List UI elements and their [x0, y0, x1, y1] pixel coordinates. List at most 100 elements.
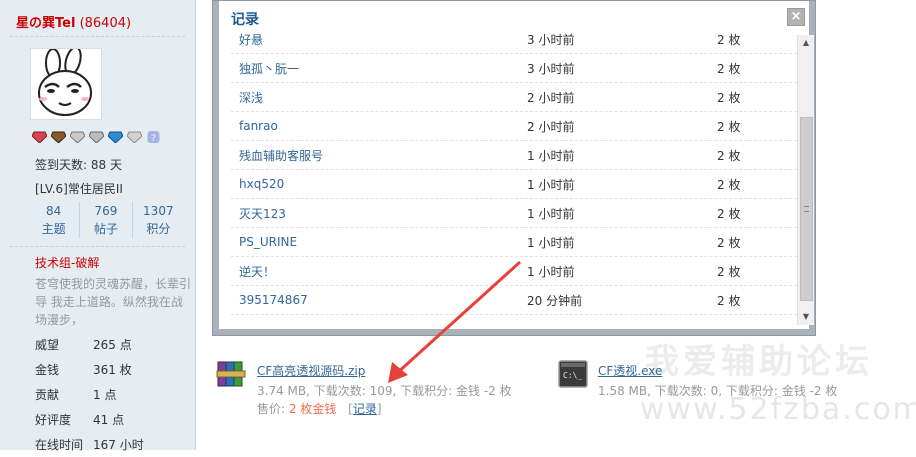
- record-amount: 2 枚: [717, 148, 741, 163]
- record-bracket-close: ]: [376, 402, 382, 416]
- record-row: fanrao 2 小时前 2 枚: [231, 112, 797, 141]
- user-id: (86404): [79, 16, 132, 31]
- record-user-link[interactable]: 395174867: [239, 293, 308, 307]
- record-amount: 2 枚: [717, 235, 741, 250]
- record-user-link[interactable]: hxq520: [239, 177, 284, 191]
- close-button[interactable]: ×: [787, 8, 805, 26]
- record-time: 1 小时前: [527, 177, 575, 192]
- stat-posts[interactable]: 769 帖子: [80, 202, 133, 238]
- medal-light-gray-icon[interactable]: [127, 131, 142, 143]
- user-signature: 苍穹使我的灵魂苏醒，长辈引导 我走上道路。纵然我在战场漫步，: [35, 277, 192, 327]
- scroll-up-icon[interactable]: ▲: [798, 35, 814, 51]
- record-row: hxq520 1 小时前 2 枚: [231, 170, 797, 199]
- profile-value: 167 小时: [93, 438, 144, 452]
- divider: [10, 246, 185, 247]
- checkin-days: 签到天数: 88 天: [35, 158, 122, 172]
- profile-row: 金钱 361 枚: [35, 357, 144, 382]
- medal-red-icon[interactable]: [32, 131, 47, 143]
- user-level: [LV.6]常住居民II: [35, 182, 123, 196]
- username-link[interactable]: 星の巽Tel: [16, 16, 75, 31]
- record-row: 残血辅助客服号 1 小时前 2 枚: [231, 141, 797, 170]
- avatar[interactable]: [30, 46, 102, 120]
- stat-credits-count: 1307: [143, 204, 174, 218]
- record-time: 2 小时前: [527, 119, 575, 134]
- price-value: 2 枚金钱: [288, 402, 337, 416]
- attachment-meta: 3.74 MB, 下载次数: 109, 下载积分: 金钱 -2 枚: [257, 384, 512, 398]
- record-scrollbar[interactable]: ▲ ▼: [797, 35, 814, 325]
- record-dialog: 记录 × 好悬 3 小时前 2 枚 独孤丶朊一 3 小时前 2 枚 深浅 2 小时前 2 枚…: [212, 0, 816, 336]
- console-exe-icon[interactable]: C:\_: [558, 360, 588, 388]
- record-user-link[interactable]: 好悬: [239, 31, 263, 48]
- stat-threads[interactable]: 84 主题: [28, 202, 81, 238]
- profile-value: 1 点: [93, 388, 117, 402]
- record-row: 独孤丶朊一 3 小时前 2 枚: [231, 54, 797, 83]
- record-list[interactable]: 好悬 3 小时前 2 枚 独孤丶朊一 3 小时前 2 枚 深浅 2 小时前 2 枚 fanr…: [231, 25, 797, 319]
- record-user-link[interactable]: PS_URINE: [239, 235, 297, 249]
- record-amount: 2 枚: [717, 61, 741, 76]
- record-time: 3 小时前: [527, 32, 575, 47]
- profile-key: 在线时间: [35, 438, 84, 452]
- scroll-down-icon[interactable]: ▼: [798, 309, 814, 325]
- medal-brown-icon[interactable]: [51, 131, 66, 143]
- record-amount: 2 枚: [717, 293, 741, 308]
- user-profile-card: 星の巽Tel (86404) ? 签到天数: 88 天 [LV.6]常住居民II…: [0, 0, 196, 452]
- svg-text:C:\_: C:\_: [563, 371, 582, 380]
- profile-value: 361 枚: [93, 363, 132, 377]
- record-amount: 2 枚: [717, 177, 741, 192]
- user-stats: 84 主题 769 帖子 1307 积分: [28, 202, 184, 238]
- stat-threads-label: 主题: [41, 222, 66, 236]
- record-user-link[interactable]: 深浅: [239, 89, 263, 106]
- grip-icon: [804, 206, 809, 212]
- stat-credits[interactable]: 1307 积分: [133, 202, 184, 238]
- divider: [10, 36, 185, 37]
- profile-value: 265 点: [93, 338, 132, 352]
- watermark-text: 我爱辅助论坛: [645, 342, 873, 382]
- record-row: 逆天！ 1 小时前 2 枚: [231, 257, 797, 286]
- attachment-link[interactable]: CF高亮透视源码.zip: [257, 362, 365, 379]
- profile-row: 贡献 1 点: [35, 382, 144, 407]
- scroll-thumb[interactable]: [800, 117, 813, 301]
- record-time: 1 小时前: [527, 148, 575, 163]
- profile-row: 好评度 41 点: [35, 407, 144, 432]
- record-row: PS_URINE 1 小时前 2 枚: [231, 228, 797, 257]
- record-user-link[interactable]: 逆天！: [239, 263, 275, 280]
- record-user-link[interactable]: fanrao: [239, 119, 278, 133]
- price-label: 售价:: [257, 402, 289, 416]
- winrar-archive-icon[interactable]: [216, 360, 246, 388]
- profile-row: 威望 265 点: [35, 332, 144, 357]
- record-user-link[interactable]: 灭天123: [239, 205, 286, 222]
- profile-key: 金钱: [35, 363, 60, 377]
- record-user-link[interactable]: 独孤丶朊一: [239, 60, 299, 77]
- medal-gray-icon[interactable]: [89, 131, 104, 143]
- record-row: 深浅 2 小时前 2 枚: [231, 83, 797, 112]
- record-row: 395174867 20 分钟前 2 枚: [231, 286, 797, 315]
- attachment-meta: 1.58 MB, 下载次数: 0, 下载积分: 金钱 -2 枚: [598, 384, 838, 398]
- stat-posts-count: 769: [94, 204, 118, 218]
- record-amount: 2 枚: [717, 32, 741, 47]
- medal-silver-icon[interactable]: [70, 131, 85, 143]
- user-group[interactable]: 技术组-破解: [35, 254, 99, 271]
- record-row: 灭天123 1 小时前 2 枚: [231, 199, 797, 228]
- record-time: 1 小时前: [527, 206, 575, 221]
- username-row: 星の巽Tel (86404): [16, 12, 131, 31]
- record-user-link[interactable]: 残血辅助客服号: [239, 147, 323, 164]
- profile-key: 威望: [35, 338, 60, 352]
- profile-value: 41 点: [93, 413, 125, 427]
- attachment-link[interactable]: CF透视.exe: [598, 362, 662, 379]
- stat-posts-label: 帖子: [93, 222, 118, 236]
- help-icon[interactable]: ?: [146, 131, 161, 143]
- record-time: 2 小时前: [527, 90, 575, 105]
- record-dialog-body: 记录 × 好悬 3 小时前 2 枚 独孤丶朊一 3 小时前 2 枚 深浅 2 小时前 2 枚…: [219, 1, 814, 329]
- stat-credits-label: 积分: [146, 222, 171, 236]
- record-amount: 2 枚: [717, 264, 741, 279]
- stat-threads-count: 84: [46, 204, 62, 218]
- medal-blue-icon[interactable]: [108, 131, 123, 143]
- attachment-price-row: 售价: 2 枚金钱 [记录]: [257, 400, 382, 417]
- record-time: 1 小时前: [527, 235, 575, 250]
- record-amount: 2 枚: [717, 119, 741, 134]
- profile-key: 贡献: [35, 388, 60, 402]
- profile-key: 好评度: [35, 413, 72, 427]
- record-link[interactable]: 记录: [353, 402, 377, 416]
- record-amount: 2 枚: [717, 206, 741, 221]
- record-time: 20 分钟前: [527, 293, 583, 308]
